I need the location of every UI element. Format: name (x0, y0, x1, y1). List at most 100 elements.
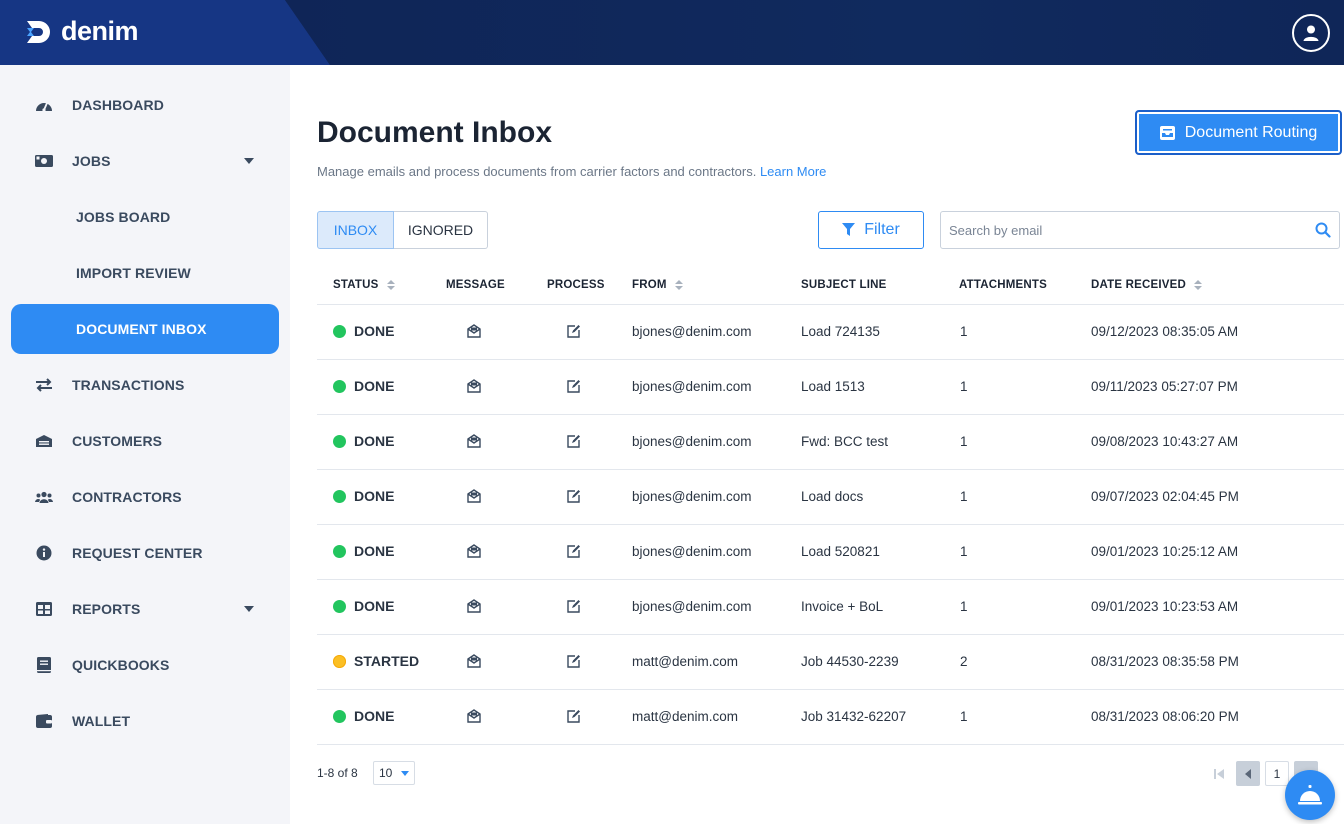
sidebar-item-quickbooks[interactable]: QUICKBOOKS (11, 640, 279, 690)
table-row[interactable]: DONE bjones@denim.com Load 1513 1 09/11/… (317, 360, 1344, 415)
status-dot (333, 599, 346, 613)
status-label: DONE (354, 488, 395, 504)
table-row[interactable]: DONE bjones@denim.com Invoice + BoL 1 09… (317, 580, 1344, 635)
help-bell-button[interactable] (1285, 770, 1335, 820)
process-cell[interactable] (566, 434, 582, 450)
sidebar-item-wallet[interactable]: WALLET (11, 696, 279, 746)
sidebar: DASHBOARD JOBS JOBS BOARD IMPORT REVIEW … (0, 65, 290, 824)
rows-per-page-select[interactable]: 10 (373, 761, 415, 785)
from-cell: bjones@denim.com (632, 324, 752, 339)
sidebar-item-jobs[interactable]: JOBS (11, 136, 279, 186)
envelope-open-icon (467, 654, 481, 668)
table-row[interactable]: DONE matt@denim.com Job 31432-62207 1 08… (317, 690, 1344, 745)
status-cell: DONE (333, 378, 394, 394)
sidebar-item-contractors[interactable]: CONTRACTORS (11, 472, 279, 522)
brand-name: denim (61, 16, 139, 46)
process-cell[interactable] (566, 324, 582, 340)
sidebar-item-label: REPORTS (72, 601, 141, 617)
attachments-cell: 1 (960, 544, 968, 559)
edit-icon (567, 600, 580, 613)
brand-logo[interactable]: denim (25, 16, 139, 47)
from-cell: matt@denim.com (632, 654, 738, 669)
envelope-open-icon (467, 324, 481, 338)
sidebar-item-reports[interactable]: REPORTS (11, 584, 279, 634)
column-header-message: MESSAGE (446, 279, 505, 291)
sidebar-item-document-inbox[interactable]: DOCUMENT INBOX (11, 304, 279, 354)
subject-cell: Load 520821 (801, 544, 880, 559)
chevron-left-icon (1245, 768, 1251, 779)
message-cell[interactable] (467, 709, 483, 725)
user-menu-button[interactable] (1292, 14, 1330, 52)
process-cell[interactable] (566, 379, 582, 395)
search-icon[interactable] (1315, 222, 1331, 238)
process-cell[interactable] (566, 599, 582, 615)
page-title: Document Inbox (317, 116, 553, 149)
process-cell[interactable] (566, 489, 582, 505)
status-label: STARTED (354, 653, 420, 669)
tab-inbox[interactable]: INBOX (317, 211, 394, 249)
learn-more-link[interactable]: Learn More (760, 164, 826, 179)
tab-ignored[interactable]: IGNORED (394, 211, 488, 249)
message-cell[interactable] (467, 654, 483, 670)
wallet-icon (35, 713, 53, 729)
subject-cell: Invoice + BoL (801, 599, 884, 614)
search-input[interactable] (949, 212, 1309, 248)
column-header-status[interactable]: STATUS (333, 279, 395, 291)
header-background (285, 0, 1344, 65)
column-header-date[interactable]: DATE RECEIVED (1091, 279, 1203, 291)
column-header-from[interactable]: FROM (632, 279, 683, 291)
sidebar-item-dashboard[interactable]: DASHBOARD (11, 80, 279, 130)
building-icon (35, 433, 53, 449)
status-cell: STARTED (333, 653, 419, 669)
sidebar-item-jobs-board[interactable]: JOBS BOARD (11, 192, 279, 242)
message-cell[interactable] (467, 324, 483, 340)
message-cell[interactable] (467, 599, 483, 615)
process-cell[interactable] (566, 654, 582, 670)
edit-icon (567, 655, 580, 668)
first-page-button[interactable] (1207, 761, 1231, 786)
document-routing-label: Document Routing (1184, 123, 1318, 141)
message-cell[interactable] (467, 434, 483, 450)
status-cell: DONE (333, 323, 394, 339)
transfer-icon (35, 377, 53, 393)
table-row[interactable]: STARTED matt@denim.com Job 44530-2239 2 … (317, 635, 1344, 690)
envelope-open-icon (467, 379, 481, 393)
sidebar-item-import-review[interactable]: IMPORT REVIEW (11, 248, 279, 298)
filter-button[interactable]: Filter (818, 211, 924, 249)
column-header-label: SUBJECT LINE (801, 279, 887, 291)
sidebar-item-label: DASHBOARD (72, 97, 164, 113)
document-routing-button[interactable]: Document Routing (1135, 110, 1342, 155)
column-header-label: ATTACHMENTS (959, 279, 1048, 291)
process-cell[interactable] (566, 709, 582, 725)
status-label: DONE (354, 323, 395, 339)
subject-cell: Load 1513 (801, 379, 865, 394)
table-row[interactable]: DONE bjones@denim.com Fwd: BCC test 1 09… (317, 415, 1344, 470)
user-icon (1303, 25, 1319, 41)
table-row[interactable]: DONE bjones@denim.com Load 724135 1 09/1… (317, 305, 1344, 360)
attachments-cell: 1 (960, 599, 968, 614)
from-cell: bjones@denim.com (632, 544, 752, 559)
info-icon (35, 545, 53, 561)
attachments-cell: 1 (960, 379, 968, 394)
page-number-button[interactable]: 1 (1265, 761, 1289, 786)
from-cell: bjones@denim.com (632, 434, 752, 449)
sidebar-item-customers[interactable]: CUSTOMERS (11, 416, 279, 466)
message-cell[interactable] (467, 379, 483, 395)
sidebar-item-label: DOCUMENT INBOX (76, 321, 207, 337)
table-row[interactable]: DONE bjones@denim.com Load docs 1 09/07/… (317, 470, 1344, 525)
sidebar-item-label: JOBS BOARD (76, 209, 171, 225)
table-row[interactable]: DONE bjones@denim.com Load 520821 1 09/0… (317, 525, 1344, 580)
edit-icon (567, 435, 580, 448)
message-cell[interactable] (467, 489, 483, 505)
document-inbox-table: STATUS MESSAGE PROCESS FROM SUBJECT LINE… (317, 265, 1344, 745)
top-header: denim (0, 0, 1344, 65)
process-cell[interactable] (566, 544, 582, 560)
from-cell: bjones@denim.com (632, 489, 752, 504)
edit-icon (567, 545, 580, 558)
subject-cell: Load docs (801, 489, 864, 504)
previous-page-button[interactable] (1236, 761, 1260, 786)
sidebar-item-request-center[interactable]: REQUEST CENTER (11, 528, 279, 578)
sidebar-item-transactions[interactable]: TRANSACTIONS (11, 360, 279, 410)
message-cell[interactable] (467, 544, 483, 560)
status-cell: DONE (333, 598, 394, 614)
